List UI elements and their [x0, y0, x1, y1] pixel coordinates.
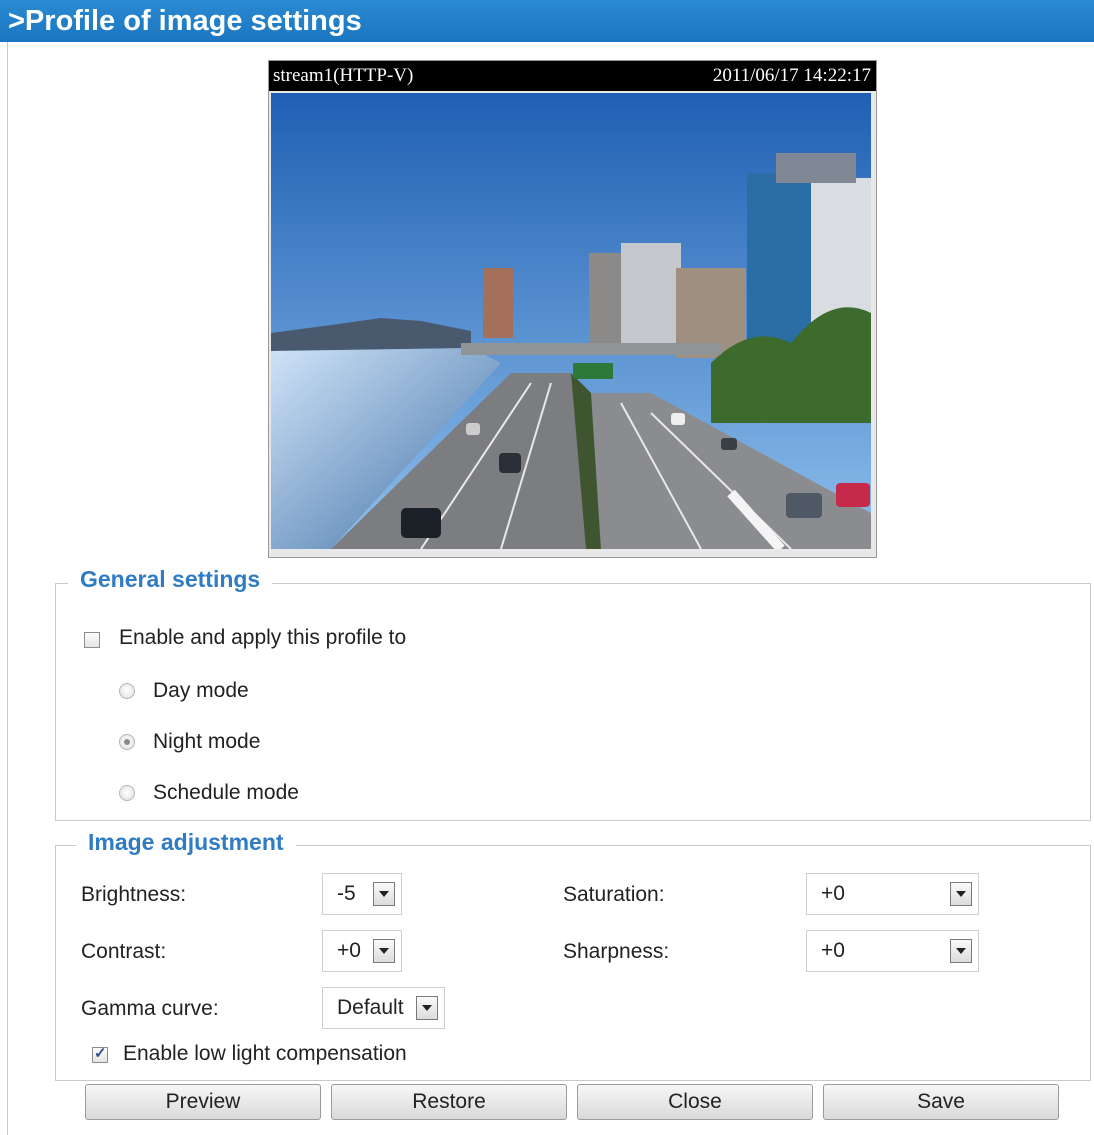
night-mode-radio[interactable] [119, 734, 135, 750]
brightness-select[interactable]: -5 [322, 873, 402, 915]
save-button[interactable]: Save [823, 1084, 1059, 1120]
chevron-down-icon[interactable] [416, 996, 438, 1020]
low-light-checkbox[interactable] [92, 1044, 108, 1063]
gamma-curve-label: Gamma curve: [81, 997, 219, 1020]
image-adjustment-legend: Image adjustment [76, 829, 296, 856]
saturation-value: +0 [821, 882, 845, 905]
chevron-down-icon[interactable] [373, 882, 395, 906]
schedule-mode-label: Schedule mode [153, 781, 299, 804]
enable-profile-checkbox[interactable] [84, 632, 100, 648]
day-mode-radio[interactable] [119, 683, 135, 699]
brightness-value: -5 [337, 882, 356, 905]
low-light-label: Enable low light compensation [123, 1042, 407, 1065]
day-mode-label: Day mode [153, 679, 249, 702]
video-caption-bar: stream1(HTTP-V) 2011/06/17 14:22:17 [269, 61, 876, 91]
stream-label: stream1(HTTP-V) [273, 65, 414, 86]
saturation-select[interactable]: +0 [806, 873, 979, 915]
chevron-down-icon[interactable] [950, 939, 972, 963]
night-mode-label: Night mode [153, 730, 261, 753]
sharpness-label: Sharpness: [563, 940, 670, 963]
chevron-down-icon[interactable] [950, 882, 972, 906]
gamma-curve-value: Default [337, 996, 404, 1019]
contrast-label: Contrast: [81, 940, 167, 963]
schedule-mode-radio[interactable] [119, 785, 135, 801]
enable-profile-label: Enable and apply this profile to [119, 626, 407, 649]
preview-button[interactable]: Preview [85, 1084, 321, 1120]
camera-image [271, 93, 871, 549]
video-timestamp: 2011/06/17 14:22:17 [712, 65, 871, 86]
gamma-curve-select[interactable]: Default [322, 987, 445, 1029]
left-border [7, 42, 8, 1135]
video-preview: stream1(HTTP-V) 2011/06/17 14:22:17 [268, 60, 877, 558]
general-settings-legend: General settings [68, 566, 273, 593]
sharpness-select[interactable]: +0 [806, 930, 979, 972]
brightness-label: Brightness: [81, 883, 187, 906]
close-button[interactable]: Close [577, 1084, 813, 1120]
sharpness-value: +0 [821, 939, 845, 962]
saturation-label: Saturation: [563, 883, 665, 906]
contrast-select[interactable]: +0 [322, 930, 402, 972]
contrast-value: +0 [337, 939, 361, 962]
page-title: >Profile of image settings [0, 0, 1094, 42]
chevron-down-icon[interactable] [373, 939, 395, 963]
restore-button[interactable]: Restore [331, 1084, 567, 1120]
